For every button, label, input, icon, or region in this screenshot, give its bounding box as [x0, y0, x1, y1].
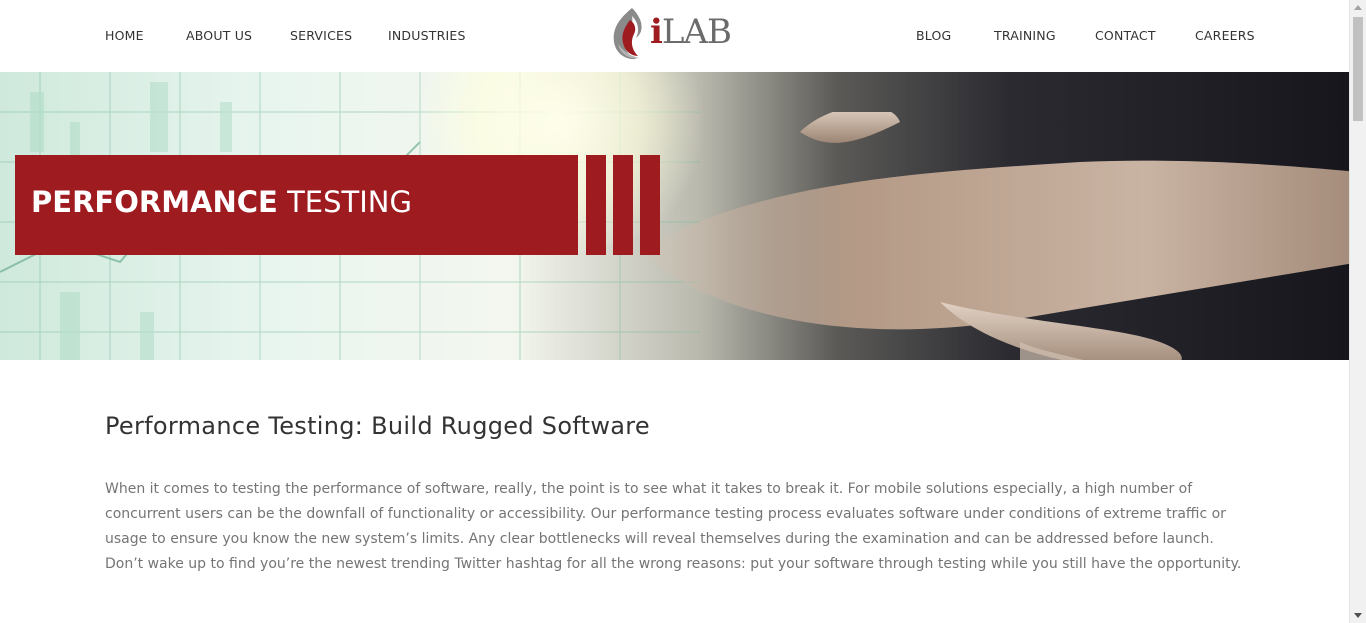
page-scrollbar[interactable]	[1349, 0, 1366, 623]
scroll-up-icon[interactable]	[1354, 5, 1362, 10]
nav-home[interactable]: HOME	[105, 28, 144, 43]
hero-title-banner: PERFORMANCE TESTING	[15, 155, 578, 255]
nav-services[interactable]: SERVICES	[290, 28, 352, 43]
hero-title: PERFORMANCE TESTING	[31, 185, 412, 219]
banner-stripe	[640, 155, 660, 255]
nav-careers[interactable]: CAREERS	[1195, 28, 1255, 43]
nav-contact[interactable]: CONTACT	[1095, 28, 1156, 43]
nav-training[interactable]: TRAINING	[994, 28, 1056, 43]
nav-about-us[interactable]: ABOUT US	[186, 28, 252, 43]
page-heading: Performance Testing: Build Rugged Softwa…	[105, 412, 650, 440]
nav-blog[interactable]: BLOG	[916, 28, 951, 43]
flame-icon	[613, 8, 642, 60]
banner-stripe	[586, 155, 606, 255]
site-logo[interactable]: iLAB	[610, 6, 740, 64]
banner-stripe	[613, 155, 633, 255]
hero-banner: PERFORMANCE TESTING	[0, 72, 1349, 360]
site-header: HOME ABOUT US SERVICES INDUSTRIES iLAB B…	[0, 0, 1349, 72]
scroll-down-icon[interactable]	[1354, 613, 1362, 618]
intro-paragraph: When it comes to testing the performance…	[105, 481, 1242, 572]
scrollbar-thumb[interactable]	[1353, 17, 1363, 121]
hand-image	[640, 112, 1349, 360]
logo-wordmark: iLAB	[650, 12, 732, 52]
nav-industries[interactable]: INDUSTRIES	[388, 28, 466, 43]
